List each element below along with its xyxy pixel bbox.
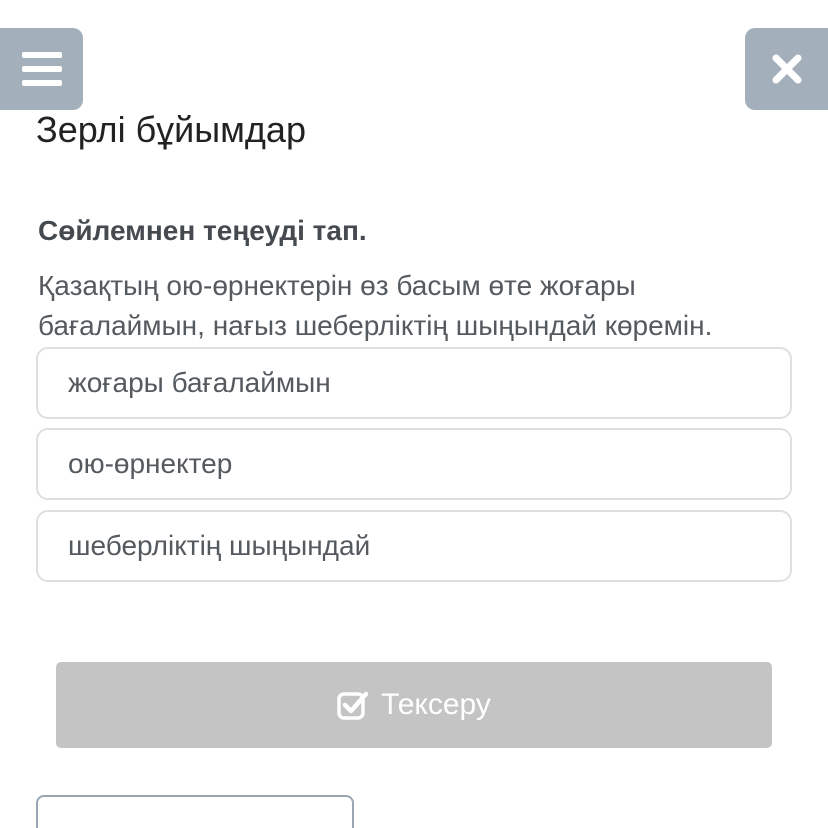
close-button[interactable] — [745, 28, 828, 110]
check-square-icon — [337, 691, 369, 720]
question-instruction: Сөйлемнен теңеуді тап. — [38, 215, 367, 246]
answer-option[interactable]: жоғары бағалаймын — [36, 347, 792, 419]
check-button[interactable]: Тексеру — [56, 662, 772, 748]
answer-option[interactable]: ою-өрнектер — [36, 428, 792, 500]
navigation-button[interactable] — [36, 795, 354, 828]
answer-option[interactable]: шеберліктің шыңындай — [36, 510, 792, 582]
hamburger-menu-icon-bar — [21, 80, 62, 86]
answer-option-label: шеберліктің шыңындай — [68, 530, 371, 561]
question-sentence: Қазақтың ою-өрнектерін өз басым өте жоға… — [38, 270, 713, 341]
answer-option-label: жоғары бағалаймын — [68, 367, 331, 398]
quiz-page: Зерлі бұйымдар Сөйлемнен теңеуді тап. Қа… — [0, 0, 828, 828]
check-button-label: Тексеру — [381, 688, 491, 721]
answer-option-label: ою-өрнектер — [68, 448, 233, 479]
hamburger-menu-icon-bar — [21, 66, 62, 72]
hamburger-menu-icon-bar — [21, 52, 62, 58]
close-x-icon — [772, 54, 801, 84]
page-title: Зерлі бұйымдар — [36, 109, 306, 150]
menu-button[interactable] — [0, 28, 83, 110]
